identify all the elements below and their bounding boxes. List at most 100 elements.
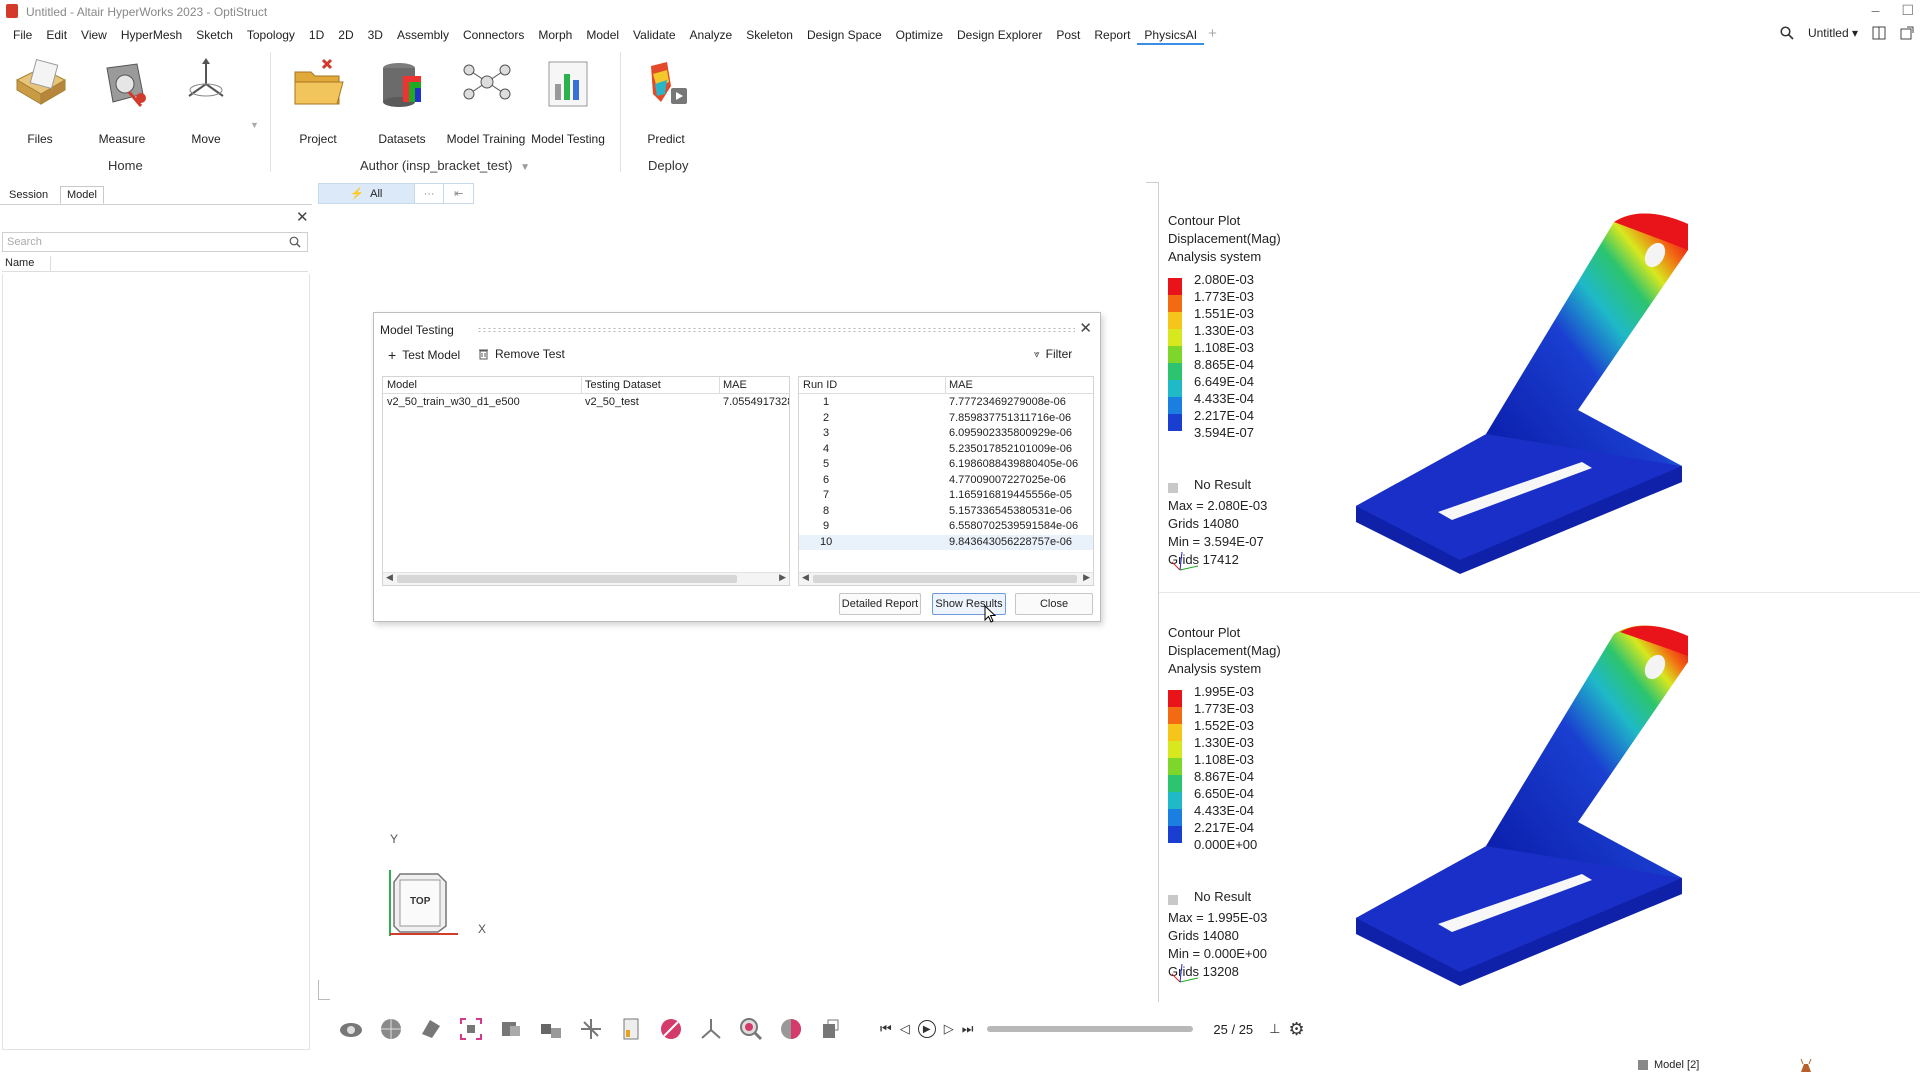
- frame-step-icon[interactable]: ⊥: [1269, 1021, 1280, 1037]
- menu-analyze[interactable]: Analyze: [683, 27, 740, 45]
- scroll-right-icon[interactable]: ▶: [779, 572, 786, 583]
- section-cut-icon[interactable]: [498, 1016, 524, 1042]
- project-selector[interactable]: Untitled ▾: [1808, 26, 1858, 40]
- table-row[interactable]: v2_50_train_w30_d1_e500 v2_50_test 7.055…: [383, 395, 789, 410]
- menu-file[interactable]: File: [6, 27, 39, 45]
- settings-gear-icon[interactable]: ⚙: [1289, 1019, 1305, 1040]
- clipping-icon[interactable]: [658, 1016, 684, 1042]
- predict-tool[interactable]: Predict: [626, 54, 706, 146]
- bracket-model-top[interactable]: [1352, 210, 1698, 580]
- table-row[interactable]: 7 1.165916819445556e-05: [799, 488, 1093, 503]
- menu-sketch[interactable]: Sketch: [189, 27, 240, 45]
- legend-toggle-icon[interactable]: [618, 1016, 644, 1042]
- animation-slider[interactable]: [987, 1026, 1194, 1032]
- window-popout-icon[interactable]: [1900, 26, 1914, 40]
- menu-design-explorer[interactable]: Design Explorer: [950, 27, 1049, 45]
- menu-connectors[interactable]: Connectors: [456, 27, 531, 45]
- zoom-icon[interactable]: [738, 1016, 764, 1042]
- table-row[interactable]: 2 7.859837751311716e-06: [799, 411, 1093, 426]
- scrollbar-thumb[interactable]: [813, 575, 1077, 583]
- table-row[interactable]: 8 5.157336545380531e-06: [799, 504, 1093, 519]
- globe-icon[interactable]: [378, 1016, 404, 1042]
- table-row[interactable]: 5 6.1986088439880405e-06: [799, 457, 1093, 472]
- menu-topology[interactable]: Topology: [240, 27, 302, 45]
- scrollbar-thumb[interactable]: [397, 575, 737, 583]
- select-all-button[interactable]: ⚡ All: [319, 184, 414, 203]
- layout-icon[interactable]: [1872, 26, 1886, 40]
- explode-icon[interactable]: [578, 1016, 604, 1042]
- selector-more-button[interactable]: ···: [413, 184, 444, 203]
- scroll-left-icon[interactable]: ◀: [802, 572, 809, 583]
- previous-frame-icon[interactable]: ◁: [900, 1021, 910, 1037]
- project-tool[interactable]: Project: [278, 54, 358, 146]
- move-tool[interactable]: Move: [166, 54, 246, 146]
- table-row[interactable]: 9 6.558070253959158​4e-06: [799, 519, 1093, 534]
- author-dropdown-icon[interactable]: ▼: [520, 162, 530, 173]
- shading-icon[interactable]: [778, 1016, 804, 1042]
- col-model[interactable]: Model: [387, 379, 417, 391]
- filter-button[interactable]: ⩔ Filter: [1034, 347, 1072, 361]
- visualization-icon[interactable]: [338, 1016, 364, 1042]
- fit-view-icon[interactable]: [458, 1016, 484, 1042]
- col-testing-dataset[interactable]: Testing Dataset: [585, 379, 661, 391]
- table-row[interactable]: 3 6.095902335800929e-06: [799, 426, 1093, 441]
- dialog-close-icon[interactable]: ✕: [1079, 319, 1092, 337]
- menu-model[interactable]: Model: [579, 27, 626, 45]
- maximize-icon[interactable]: ☐: [1901, 2, 1914, 19]
- first-frame-icon[interactable]: ⏮: [880, 1021, 892, 1037]
- menu-3d[interactable]: 3D: [361, 27, 390, 45]
- horizontal-scrollbar[interactable]: ◀ ▶: [799, 572, 1093, 585]
- horizontal-scrollbar[interactable]: ◀ ▶: [383, 572, 789, 585]
- scroll-left-icon[interactable]: ◀: [386, 572, 393, 583]
- dialog-drag-handle[interactable]: [477, 327, 1075, 333]
- menu-skeleton[interactable]: Skeleton: [739, 27, 800, 45]
- menu-physicsai[interactable]: PhysicsAI: [1137, 27, 1205, 45]
- move-dropdown-icon[interactable]: ▼: [250, 120, 259, 130]
- menu-hypermesh[interactable]: HyperMesh: [114, 27, 189, 45]
- search-icon[interactable]: [1780, 26, 1794, 40]
- transparency-icon[interactable]: [818, 1016, 844, 1042]
- view-cube[interactable]: TOP: [388, 868, 458, 938]
- tab-model[interactable]: Model: [60, 186, 104, 204]
- model-count[interactable]: Model [2]: [1654, 1059, 1699, 1071]
- next-frame-icon[interactable]: ▷: [944, 1021, 954, 1037]
- scroll-right-icon[interactable]: ▶: [1083, 572, 1090, 583]
- play-icon[interactable]: ▶: [917, 1020, 936, 1038]
- menu-2d[interactable]: 2D: [331, 27, 360, 45]
- last-frame-icon[interactable]: ⏭: [962, 1021, 974, 1037]
- close-panel-icon[interactable]: ✕: [296, 208, 309, 226]
- menu-view[interactable]: View: [74, 27, 114, 45]
- search-input[interactable]: Search: [2, 232, 308, 252]
- measure-tool[interactable]: Measure: [82, 54, 162, 146]
- remove-test-button[interactable]: Remove Test: [478, 347, 565, 361]
- add-tab-icon[interactable]: +: [1204, 26, 1221, 45]
- table-row[interactable]: 1 7.77723469279008e-06: [799, 395, 1093, 410]
- axis-triad-toggle-icon[interactable]: [698, 1016, 724, 1042]
- table-row-selected[interactable]: 10 9.843643056228757e-06: [799, 534, 1093, 550]
- table-row[interactable]: 6 4.77009007227025e-06: [799, 473, 1093, 488]
- lighting-icon[interactable]: [418, 1016, 444, 1042]
- menu-validate[interactable]: Validate: [626, 27, 682, 45]
- model-tree[interactable]: [2, 274, 310, 1050]
- col-run-id[interactable]: Run ID: [803, 379, 837, 391]
- menu-report[interactable]: Report: [1087, 27, 1137, 45]
- minimize-icon[interactable]: –: [1872, 2, 1880, 19]
- isolate-icon[interactable]: [538, 1016, 564, 1042]
- search-icon[interactable]: [289, 236, 301, 248]
- menu-assembly[interactable]: Assembly: [390, 27, 456, 45]
- bracket-model-bottom[interactable]: [1352, 622, 1698, 992]
- tab-session[interactable]: Session: [2, 186, 55, 204]
- detailed-report-button[interactable]: Detailed Report: [839, 593, 921, 615]
- viewport-divider-horizontal[interactable]: [1159, 592, 1920, 593]
- name-column-header[interactable]: Name: [2, 256, 308, 272]
- selector-reset-icon[interactable]: ⇤: [443, 184, 473, 203]
- test-model-button[interactable]: + Test Model: [388, 347, 460, 363]
- menu-post[interactable]: Post: [1049, 27, 1087, 45]
- table-row[interactable]: 4 5.235017852101009e-06: [799, 442, 1093, 457]
- files-tool[interactable]: Files: [0, 54, 80, 146]
- model-testing-tool[interactable]: Model Testing: [528, 54, 608, 146]
- menu-design-space[interactable]: Design Space: [800, 27, 889, 45]
- col-run-mae[interactable]: MAE: [949, 379, 973, 391]
- menu-optimize[interactable]: Optimize: [889, 27, 950, 45]
- model-training-tool[interactable]: Model Training: [446, 54, 526, 146]
